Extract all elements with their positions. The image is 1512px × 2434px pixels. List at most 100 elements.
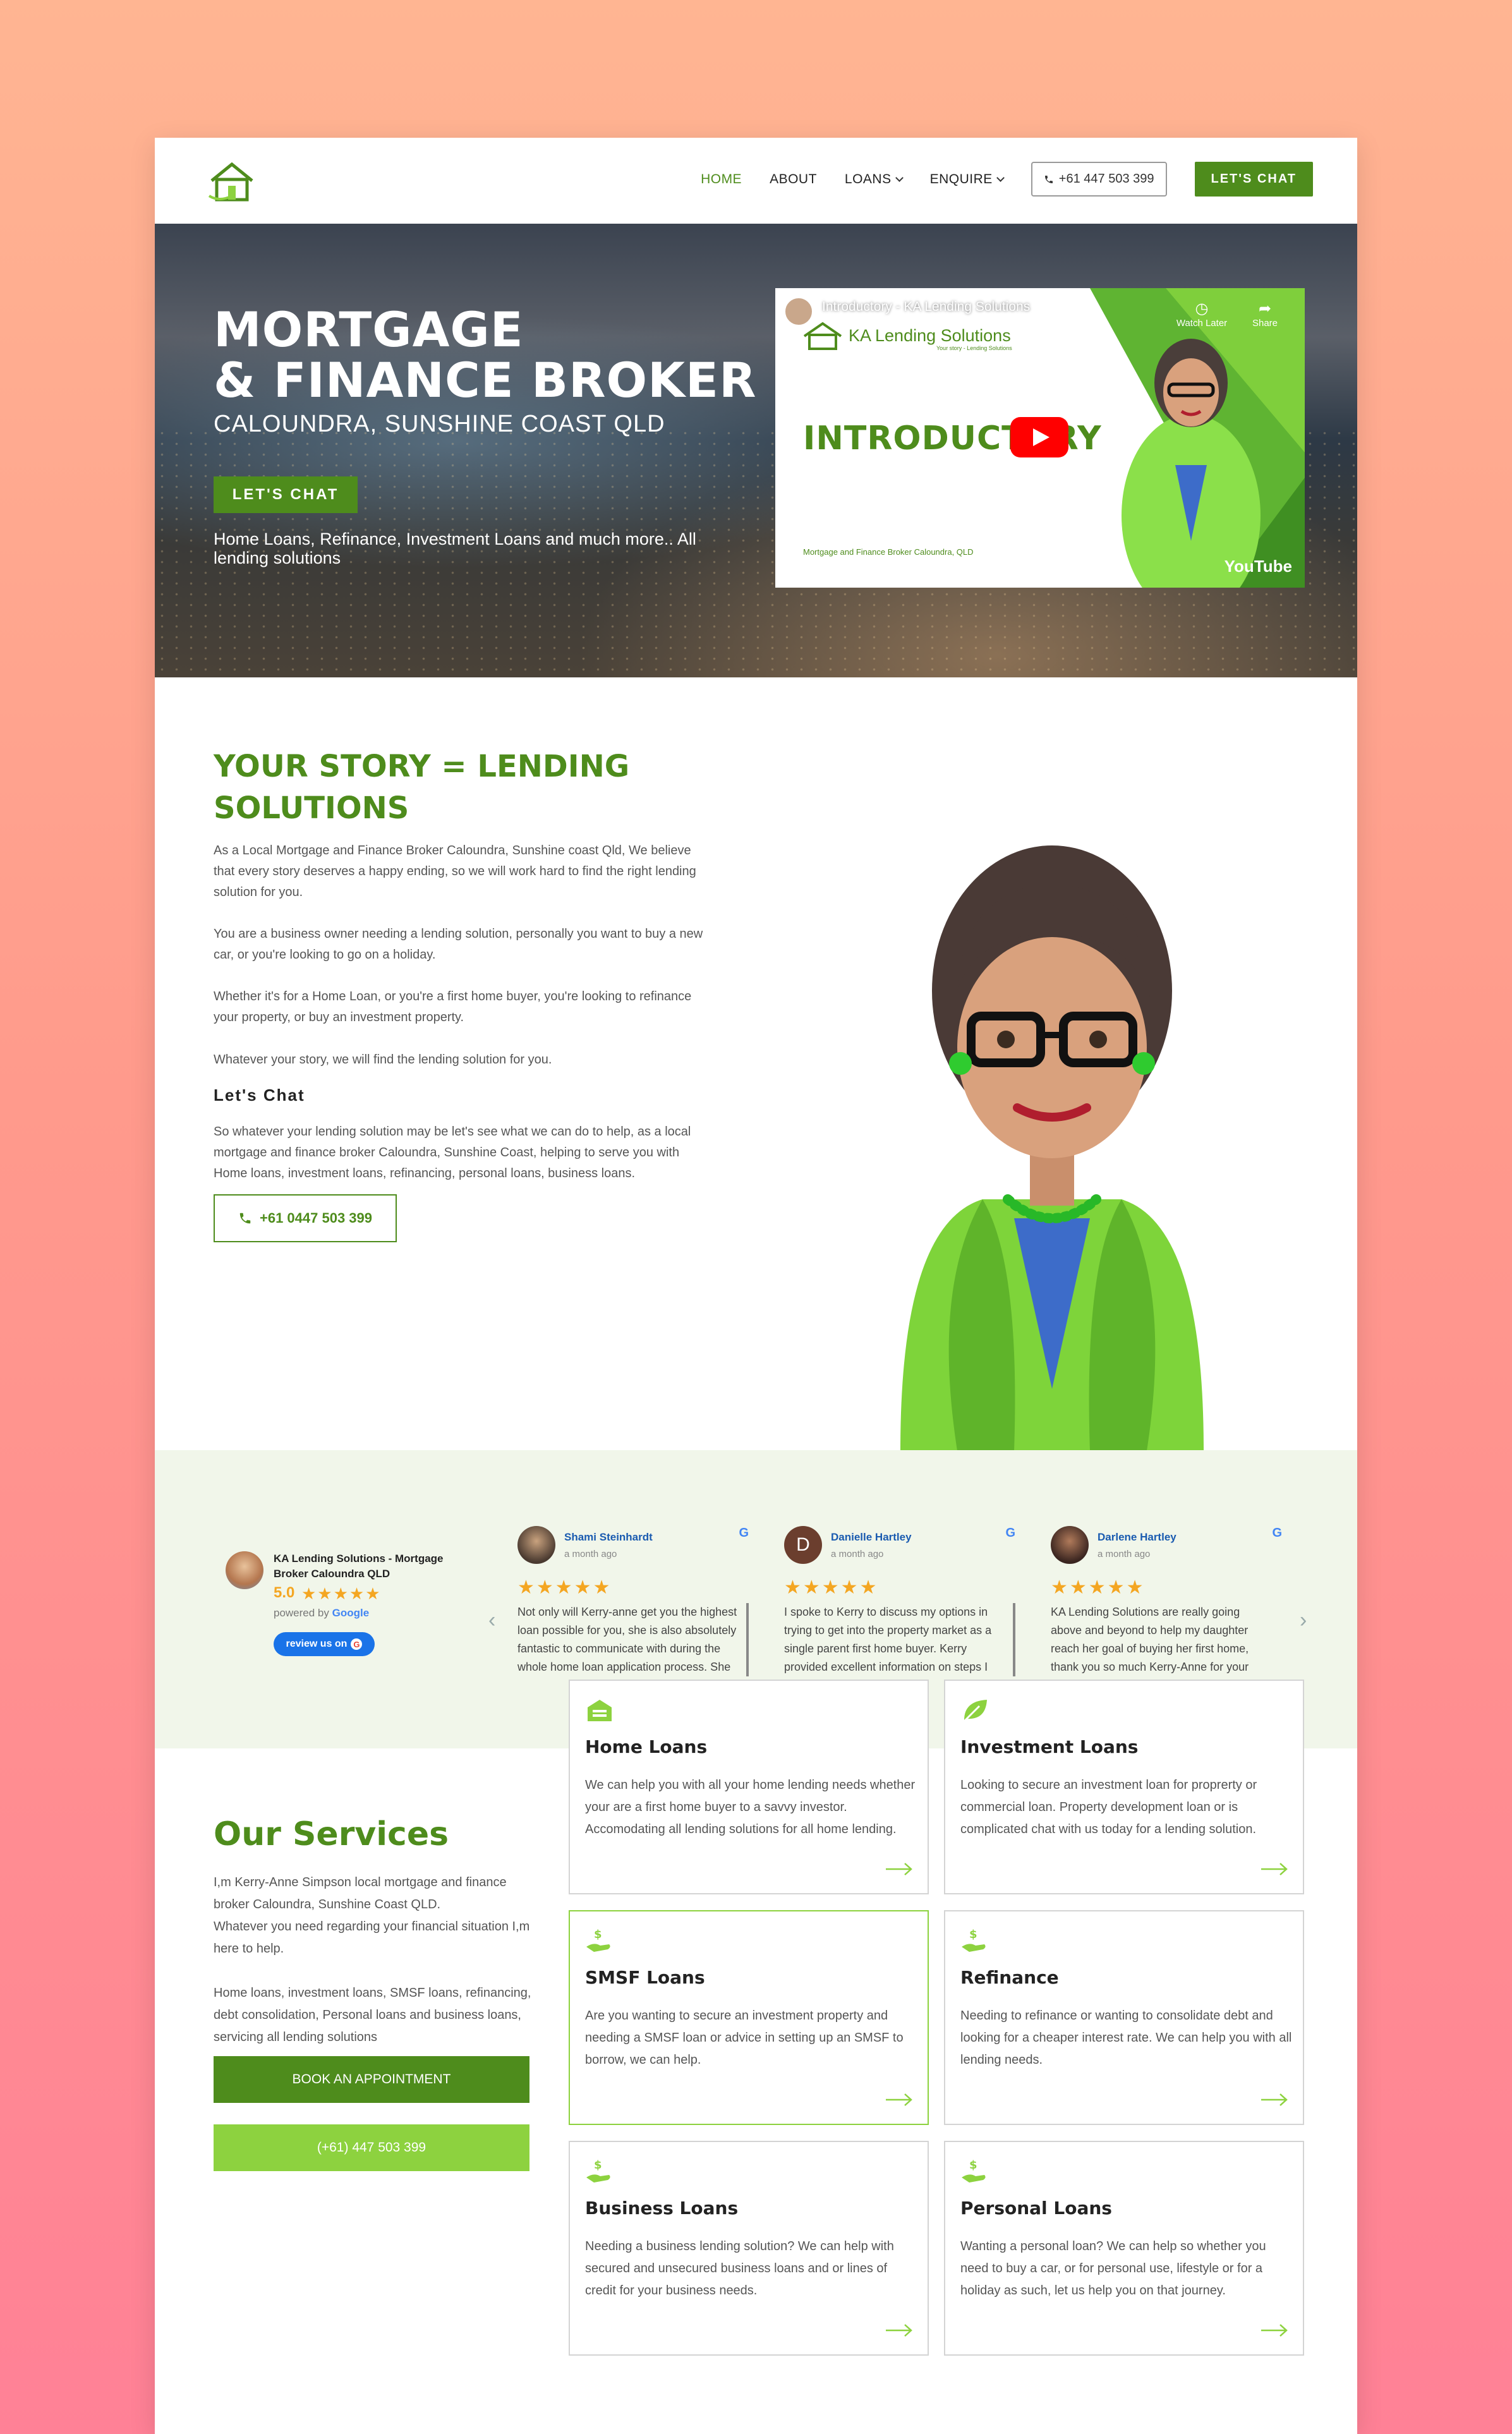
service-card-smsf-loans[interactable]: $ SMSF Loans Are you wanting to secure a… [569, 1910, 929, 2125]
services-phone-button[interactable]: (+61) 447 503 399 [214, 2124, 529, 2171]
review-card: Shami Steinhardt a month ago G ★★★★★ Not… [517, 1526, 749, 1690]
services-intro-3: Home loans, investment loans, SMSF loans… [214, 1986, 531, 2044]
hero-title: MORTGAGE & FINANCE BROKER [214, 305, 757, 406]
clock-icon: ◷ [1195, 300, 1209, 317]
play-button-icon[interactable] [1010, 417, 1068, 457]
nav-about[interactable]: ABOUT [770, 172, 817, 187]
service-card-title: Refinance [960, 1967, 1059, 1988]
review-scrollbar[interactable] [1013, 1603, 1015, 1676]
nav-loans-label: LOANS [844, 171, 892, 186]
nav-loans[interactable]: LOANS [844, 171, 904, 187]
service-card-title: Home Loans [585, 1736, 708, 1757]
service-card-personal-loans[interactable]: $ Personal Loans Wanting a personal loan… [944, 2141, 1304, 2356]
logo-house-icon[interactable] [207, 159, 257, 203]
service-card-home-loans[interactable]: Home Loans We can help you with all your… [569, 1680, 929, 1894]
phone-icon [1044, 175, 1053, 183]
reviewer-avatar[interactable]: D [784, 1526, 822, 1564]
story-phone-button[interactable]: +61 0447 503 399 [214, 1194, 397, 1242]
story-phone-label: +61 0447 503 399 [259, 1210, 372, 1226]
review-text: I spoke to Kerry to discuss my options i… [784, 1606, 992, 1673]
google-g-icon: G [351, 1638, 363, 1650]
money-hand-icon: $ [586, 2159, 610, 2183]
arrow-right-icon[interactable] [885, 2323, 914, 2338]
service-card-title: Investment Loans [960, 1736, 1139, 1757]
header-phone-label: +61 447 503 399 [1058, 172, 1154, 186]
review-us-button[interactable]: review us on G [274, 1632, 375, 1656]
carousel-prev-arrow-icon[interactable]: ‹ [488, 1608, 495, 1633]
google-g-icon: G [1272, 1526, 1282, 1540]
hero-chat-button[interactable]: LET'S CHAT [214, 476, 358, 513]
service-card-title: SMSF Loans [585, 1967, 705, 1988]
service-card-text: Wanting a personal loan? We can help so … [960, 2239, 1266, 2298]
rating-stars-icon: ★★★★★ [301, 1584, 382, 1603]
share-icon: ➦ [1258, 300, 1272, 317]
page: HOME ABOUT LOANS ENQUIRE +61 447 503 399… [155, 138, 1357, 2434]
share-button[interactable]: ➦ Share [1237, 300, 1293, 329]
arrow-right-icon[interactable] [885, 2092, 914, 2107]
business-avatar [226, 1551, 263, 1589]
arrow-right-icon[interactable] [885, 1862, 914, 1877]
watch-later-label: Watch Later [1176, 318, 1228, 329]
main-menu: HOME ABOUT LOANS ENQUIRE +61 447 503 399… [701, 162, 1313, 197]
svg-text:$: $ [594, 1928, 602, 1941]
services-intro-1: I,m Kerry-Anne Simpson local mortgage an… [214, 1875, 507, 1911]
reviewer-name[interactable]: Shami Steinhardt [564, 1531, 653, 1544]
youtube-logo[interactable]: YouTube [1225, 557, 1292, 576]
watch-later-button[interactable]: ◷ Watch Later [1173, 300, 1230, 329]
reviewer-avatar[interactable] [1051, 1526, 1089, 1564]
story-paragraph-2: You are a business owner needing a lendi… [214, 927, 703, 962]
youtube-video-embed[interactable]: Introductory - KA Lending Solutions KA L… [775, 288, 1305, 588]
garage-icon [588, 1700, 612, 1721]
review-card: Darlene Hartley a month ago G ★★★★★ KA L… [1051, 1526, 1282, 1690]
video-title[interactable]: Introductory - KA Lending Solutions [822, 300, 1030, 315]
svg-text:$: $ [969, 2159, 977, 2172]
money-hand-icon: $ [586, 1928, 610, 1952]
service-card-title: Business Loans [585, 2198, 739, 2219]
services-intro-2: Whatever you need regarding your financi… [214, 1920, 530, 1956]
reviewer-name[interactable]: Danielle Hartley [831, 1531, 912, 1544]
nav-enquire[interactable]: ENQUIRE [930, 172, 1005, 187]
arrow-right-icon[interactable] [1260, 1862, 1289, 1877]
story-paragraph-5: So whatever your lending solution may be… [214, 1125, 691, 1180]
story-paragraph-1: As a Local Mortgage and Finance Broker C… [214, 844, 696, 899]
review-scrollbar[interactable] [746, 1603, 749, 1676]
header-phone-button[interactable]: +61 447 503 399 [1031, 162, 1167, 197]
chevron-down-icon [895, 173, 904, 182]
hero-subtitle: CALOUNDRA, SUNSHINE COAST QLD [214, 411, 665, 437]
broker-avatar-illustration [900, 845, 1204, 1451]
review-text: KA Lending Solutions are really going ab… [1051, 1606, 1249, 1673]
service-card-text: Are you wanting to secure an investment … [585, 2009, 904, 2067]
service-card-investment-loans[interactable]: Investment Loans Looking to secure an in… [944, 1680, 1304, 1894]
video-caption: Mortgage and Finance Broker Caloundra, Q… [803, 547, 974, 557]
service-card-business-loans[interactable]: $ Business Loans Needing a business lend… [569, 2141, 929, 2356]
video-logo-house-icon [803, 322, 842, 350]
review-us-label: review us on [286, 1638, 348, 1649]
reviewer-name[interactable]: Darlene Hartley [1098, 1531, 1176, 1544]
hero-title-line2: & FINANCE BROKER [214, 352, 757, 408]
svg-text:$: $ [594, 2159, 602, 2172]
rating-score: 5.0 [274, 1584, 295, 1601]
carousel-next-arrow-icon[interactable]: › [1300, 1608, 1307, 1633]
chevron-down-icon [996, 173, 1005, 182]
service-card-text: Needing a business lending solution? We … [585, 2239, 894, 2298]
header-chat-button[interactable]: LET'S CHAT [1194, 162, 1313, 197]
google-g-icon: G [739, 1526, 749, 1540]
review-time: a month ago [564, 1549, 617, 1559]
reviewer-avatar[interactable] [517, 1526, 555, 1564]
arrow-right-icon[interactable] [1260, 2092, 1289, 2107]
hero-title-line1: MORTGAGE [214, 301, 524, 358]
story-heading: YOUR STORY = LENDING SOLUTIONS [214, 749, 630, 826]
arrow-right-icon[interactable] [1260, 2323, 1289, 2338]
review-stars-icon: ★★★★★ [784, 1577, 879, 1598]
story-subheading: Let's Chat [214, 1086, 305, 1105]
review-time: a month ago [831, 1549, 884, 1559]
business-name[interactable]: KA Lending Solutions - Mortgage Broker C… [274, 1551, 463, 1582]
nav-home[interactable]: HOME [701, 172, 742, 187]
story-paragraph-3: Whether it's for a Home Loan, or you're … [214, 990, 692, 1024]
book-appointment-button[interactable]: BOOK AN APPOINTMENT [214, 2056, 529, 2103]
phone-icon [239, 1213, 251, 1224]
share-label: Share [1252, 318, 1278, 329]
review-text: Not only will Kerry-anne get you the hig… [517, 1606, 737, 1673]
svg-text:$: $ [969, 1928, 977, 1941]
service-card-refinance[interactable]: $ Refinance Needing to refinance or want… [944, 1910, 1304, 2125]
